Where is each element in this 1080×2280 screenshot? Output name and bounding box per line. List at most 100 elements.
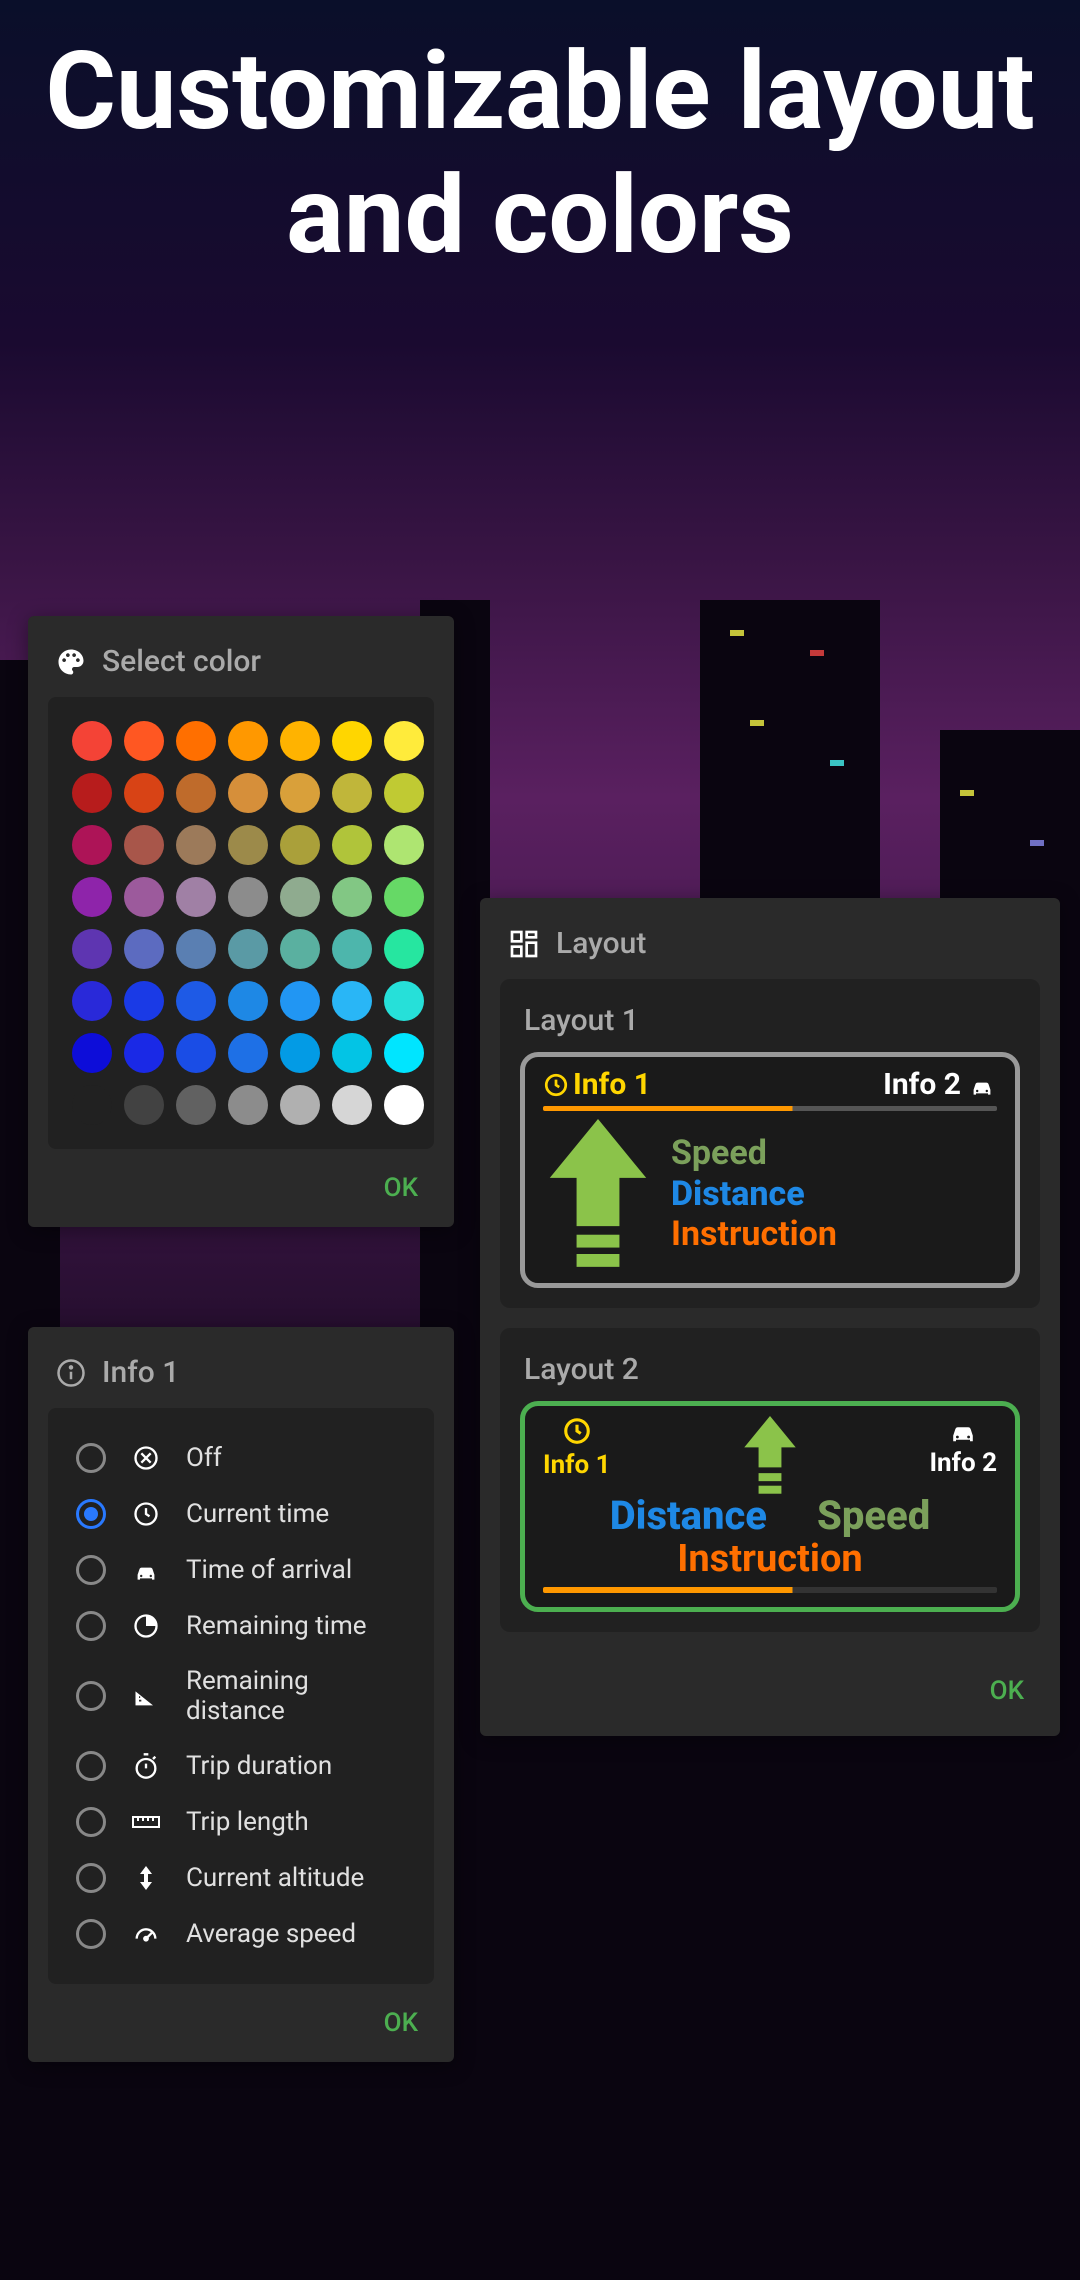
color-swatch[interactable] [332,877,372,917]
layout1-info1: Info 1 [543,1067,651,1102]
color-swatch[interactable] [332,1085,372,1125]
stopwatch-icon [130,1750,162,1782]
color-swatch[interactable] [280,929,320,969]
layout1-progress-bar [543,1106,997,1111]
option-label: Time of arrival [186,1555,352,1585]
radio-button[interactable] [76,1807,106,1837]
color-swatch[interactable] [228,825,268,865]
color-swatch[interactable] [280,1033,320,1073]
info1-option[interactable]: Trip duration [76,1750,406,1782]
color-swatch[interactable] [384,929,424,969]
color-swatch[interactable] [124,1033,164,1073]
color-swatch[interactable] [280,1085,320,1125]
layout-ok-button[interactable]: OK [480,1652,1060,1730]
radio-button[interactable] [76,1443,106,1473]
info1-panel: Info 1 OffCurrent timeTime of arrivalRem… [28,1327,454,2062]
color-swatch[interactable] [332,981,372,1021]
color-swatch[interactable] [72,825,112,865]
color-picker-panel: Select color OK [28,616,454,1227]
color-swatch[interactable] [228,981,268,1021]
color-swatch[interactable] [176,721,216,761]
color-picker-title: Select color [102,644,261,679]
color-swatch[interactable] [124,721,164,761]
color-swatch[interactable] [280,773,320,813]
up-arrow-icon [740,1416,800,1496]
color-swatch[interactable] [384,721,424,761]
radio-button[interactable] [76,1919,106,1949]
color-swatch[interactable] [332,825,372,865]
radio-button[interactable] [76,1751,106,1781]
color-swatch[interactable] [280,721,320,761]
off-icon [130,1442,162,1474]
color-swatch[interactable] [124,877,164,917]
color-swatch[interactable] [124,929,164,969]
color-swatch[interactable] [72,1033,112,1073]
option-label: Off [186,1443,222,1473]
layout-2-preview[interactable]: Info 1 Info 2 Distance Speed Instruction [520,1401,1020,1612]
color-swatch[interactable] [280,981,320,1021]
color-swatch[interactable] [176,1033,216,1073]
color-swatch[interactable] [384,1085,424,1125]
info1-ok-button[interactable]: OK [28,1984,454,2062]
color-swatch[interactable] [228,773,268,813]
layout-1-label: Layout 1 [500,983,1040,1052]
color-swatch[interactable] [280,825,320,865]
radio-button[interactable] [76,1681,106,1711]
color-swatch[interactable] [176,981,216,1021]
color-swatch[interactable] [332,929,372,969]
option-label: Average speed [186,1919,356,1949]
color-swatch[interactable] [124,1085,164,1125]
color-swatch[interactable] [384,981,424,1021]
layout1-distance-label: Distance [671,1174,837,1215]
info1-option[interactable]: Remaining distance [76,1666,406,1726]
color-swatch[interactable] [228,1033,268,1073]
info1-option[interactable]: Average speed [76,1918,406,1950]
info1-option[interactable]: Off [76,1442,406,1474]
layout2-info2: Info 2 [929,1416,997,1478]
layout1-speed-label: Speed [671,1133,837,1174]
color-swatch[interactable] [72,721,112,761]
color-swatch[interactable] [228,721,268,761]
info1-option[interactable]: Trip length [76,1806,406,1838]
info1-option[interactable]: Remaining time [76,1610,406,1642]
color-swatch[interactable] [332,773,372,813]
color-swatch[interactable] [228,1085,268,1125]
altitude-icon [130,1862,162,1894]
color-swatch[interactable] [72,773,112,813]
ruler-triangle-icon [130,1680,162,1712]
color-swatch[interactable] [72,877,112,917]
layout-1-preview[interactable]: Info 1 Info 2 Speed Distance Instruction [520,1052,1020,1288]
layout-group-2: Layout 2 Info 1 Info 2 Distance Speed In… [500,1328,1040,1632]
info1-option[interactable]: Time of arrival [76,1554,406,1586]
color-swatch[interactable] [72,929,112,969]
color-swatch[interactable] [176,877,216,917]
layout-panel: Layout Layout 1 Info 1 Info 2 Speed Dist [480,898,1060,1736]
info1-option[interactable]: Current time [76,1498,406,1530]
color-swatch[interactable] [124,981,164,1021]
color-swatch[interactable] [72,1085,112,1125]
radio-button[interactable] [76,1611,106,1641]
color-swatch[interactable] [124,825,164,865]
color-swatch[interactable] [176,825,216,865]
color-swatch[interactable] [124,773,164,813]
color-swatch[interactable] [384,877,424,917]
color-swatch[interactable] [280,877,320,917]
info1-option[interactable]: Current altitude [76,1862,406,1894]
color-swatch[interactable] [228,877,268,917]
color-swatch[interactable] [228,929,268,969]
radio-button[interactable] [76,1555,106,1585]
layout-title: Layout [556,926,646,961]
color-swatch[interactable] [384,825,424,865]
radio-button[interactable] [76,1499,106,1529]
color-swatch[interactable] [176,929,216,969]
color-swatch[interactable] [332,1033,372,1073]
radio-button[interactable] [76,1863,106,1893]
color-swatch[interactable] [176,773,216,813]
color-swatch[interactable] [384,773,424,813]
color-swatch[interactable] [332,721,372,761]
color-swatch[interactable] [72,981,112,1021]
color-swatch[interactable] [176,1085,216,1125]
color-ok-button[interactable]: OK [28,1149,454,1227]
color-swatch[interactable] [384,1033,424,1073]
layout-group-1: Layout 1 Info 1 Info 2 Speed Distance In… [500,979,1040,1308]
